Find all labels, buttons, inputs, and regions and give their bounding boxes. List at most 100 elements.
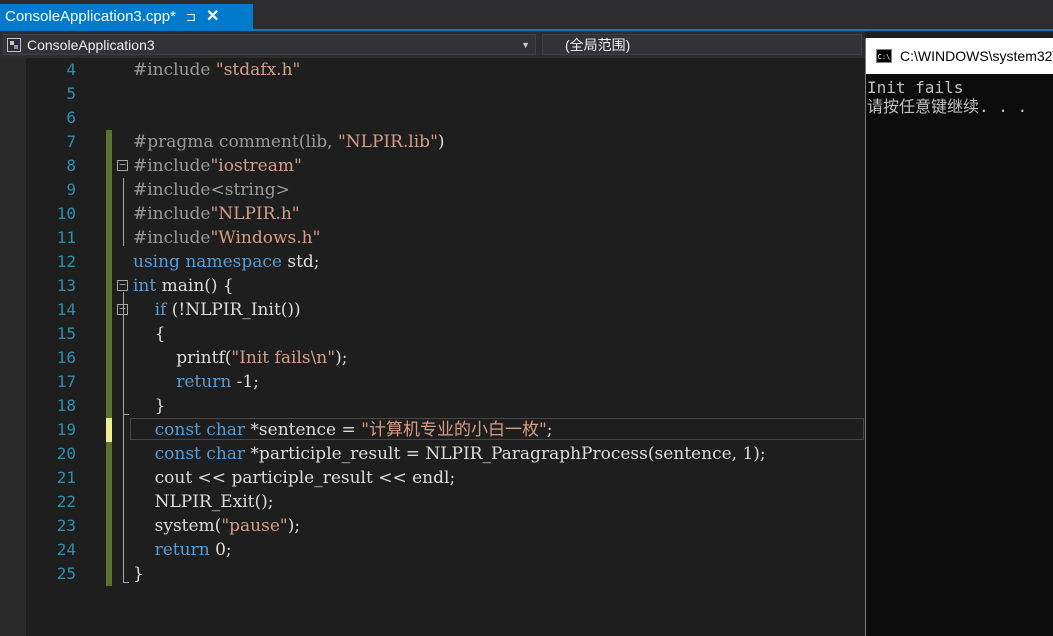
chevron-down-icon[interactable]: ▼ <box>521 35 530 56</box>
code-text[interactable]: #include "stdafx.h" <box>133 58 300 82</box>
change-marker <box>106 466 112 490</box>
line-number: 25 <box>56 564 76 583</box>
code-line: 23 system("pause"); <box>0 514 865 538</box>
code-text[interactable]: } <box>133 394 166 418</box>
line-number: 5 <box>66 84 76 103</box>
change-marker <box>106 346 112 370</box>
line-number: 12 <box>56 252 76 271</box>
project-name: ConsoleApplication3 <box>27 37 155 53</box>
code-line: 22 NLPIR_Exit(); <box>0 490 865 514</box>
code-line: 9 #include<string> <box>0 178 865 202</box>
code-text[interactable]: { <box>133 322 166 346</box>
code-text[interactable]: const char *sentence = "计算机专业的小白一枚"; <box>133 418 553 442</box>
code-text[interactable]: #include"NLPIR.h" <box>133 202 300 226</box>
change-marker <box>106 130 112 154</box>
scope-dropdown[interactable]: (全局范围) <box>542 34 862 55</box>
code-text[interactable]: NLPIR_Exit(); <box>133 490 274 514</box>
code-text[interactable]: } <box>133 562 144 586</box>
code-line: 4 #include "stdafx.h" <box>0 58 865 82</box>
code-text[interactable]: printf("Init fails\n"); <box>133 346 347 370</box>
change-marker <box>106 418 112 442</box>
line-number: 23 <box>56 516 76 535</box>
scope-name: (全局范围) <box>565 37 631 53</box>
console-titlebar[interactable]: C:\ C:\WINDOWS\system32\cmd.exe <box>866 38 1053 74</box>
navigation-bar: ConsoleApplication3 ▼ (全局范围) <box>0 31 865 59</box>
code-line: 19 const char *sentence = "计算机专业的小白一枚"; <box>0 418 865 442</box>
code-line: 16 printf("Init fails\n"); <box>0 346 865 370</box>
change-marker <box>106 394 112 418</box>
code-text[interactable]: int main() { <box>133 274 234 298</box>
change-marker <box>106 514 112 538</box>
document-tab[interactable]: ConsoleApplication3.cpp* ⊐ ✕ <box>0 4 253 30</box>
code-line: 15 { <box>0 322 865 346</box>
line-number: 24 <box>56 540 76 559</box>
code-line: 20 const char *participle_result = NLPIR… <box>0 442 865 466</box>
project-icon <box>7 38 21 52</box>
line-number: 17 <box>56 372 76 391</box>
code-line: 14 − if (!NLPIR_Init()) <box>0 298 865 322</box>
code-line: 6 <box>0 106 865 130</box>
line-number: 16 <box>56 348 76 367</box>
code-text[interactable]: #include"Windows.h" <box>133 226 320 250</box>
change-marker <box>106 370 112 394</box>
console-line: 请按任意键继续. . . <box>867 97 1028 116</box>
code-line: 25 } <box>0 562 865 586</box>
code-line: 17 return -1; <box>0 370 865 394</box>
code-text[interactable]: #include<string> <box>133 178 290 202</box>
pin-icon[interactable]: ⊐ <box>186 4 196 30</box>
change-marker <box>106 442 112 466</box>
code-line: 21 cout << participle_result << endl; <box>0 466 865 490</box>
change-marker <box>106 226 112 250</box>
change-marker <box>106 562 112 586</box>
collapse-icon[interactable]: − <box>117 159 128 171</box>
line-number: 19 <box>56 420 76 439</box>
line-number: 18 <box>56 396 76 415</box>
line-number: 8 <box>66 156 76 175</box>
code-line: 18 } <box>0 394 865 418</box>
collapse-icon[interactable]: − <box>117 303 128 315</box>
code-text[interactable]: using namespace std; <box>133 250 320 274</box>
change-marker <box>106 490 112 514</box>
code-editor[interactable]: 4 #include "stdafx.h" 5 6 7 #pragma comm… <box>0 58 865 636</box>
change-marker <box>106 298 112 322</box>
change-marker <box>106 274 112 298</box>
code-text[interactable]: return 0; <box>133 538 232 562</box>
document-tab-bar: ConsoleApplication3.cpp* ⊐ ✕ <box>0 0 1053 30</box>
console-title: C:\WINDOWS\system32\cmd.exe <box>900 48 1053 64</box>
cmd-icon: C:\ <box>876 49 892 63</box>
line-number: 10 <box>56 204 76 223</box>
line-number: 6 <box>66 108 76 127</box>
change-marker <box>106 538 112 562</box>
code-text[interactable]: const char *participle_result = NLPIR_Pa… <box>133 442 766 466</box>
change-marker <box>106 322 112 346</box>
collapse-icon[interactable]: − <box>117 279 128 291</box>
code-text[interactable]: cout << participle_result << endl; <box>133 466 456 490</box>
line-number: 21 <box>56 468 76 487</box>
console-output: Init fails 请按任意键继续. . . <box>867 78 1027 116</box>
line-number: 11 <box>56 228 76 247</box>
console-line: Init fails <box>867 78 964 97</box>
close-icon[interactable]: ✕ <box>206 4 219 30</box>
code-line: 7 #pragma comment(lib, "NLPIR.lib") <box>0 130 865 154</box>
code-text[interactable]: #include"iostream" <box>133 154 302 178</box>
console-window[interactable]: C:\ C:\WINDOWS\system32\cmd.exe Init fai… <box>865 38 1053 636</box>
line-number: 15 <box>56 324 76 343</box>
code-text[interactable]: system("pause"); <box>133 514 300 538</box>
code-line: 8 − #include"iostream" <box>0 154 865 178</box>
code-line: 10 #include"NLPIR.h" <box>0 202 865 226</box>
code-line: 13 − int main() { <box>0 274 865 298</box>
line-number: 4 <box>66 60 76 79</box>
code-text[interactable]: return -1; <box>133 370 259 394</box>
line-number: 9 <box>66 180 76 199</box>
change-marker <box>106 202 112 226</box>
code-text[interactable]: #pragma comment(lib, "NLPIR.lib") <box>133 130 445 154</box>
project-dropdown[interactable]: ConsoleApplication3 ▼ <box>3 34 536 55</box>
line-number: 7 <box>66 132 76 151</box>
line-number: 22 <box>56 492 76 511</box>
change-marker <box>106 154 112 178</box>
code-line: 24 return 0; <box>0 538 865 562</box>
line-number: 13 <box>56 276 76 295</box>
line-number: 20 <box>56 444 76 463</box>
change-marker <box>106 250 112 274</box>
code-text[interactable]: if (!NLPIR_Init()) <box>133 298 301 322</box>
